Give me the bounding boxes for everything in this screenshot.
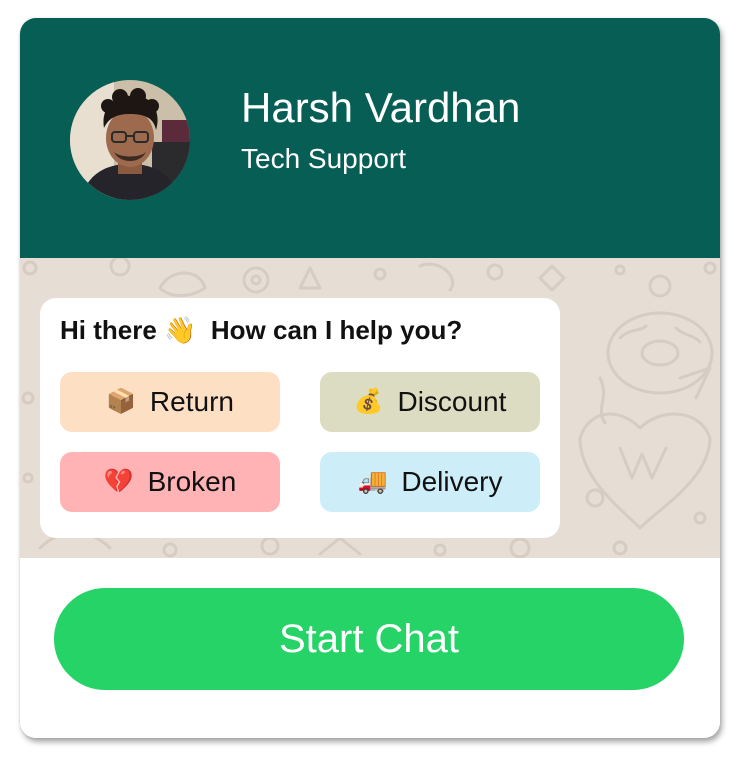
- option-label: Return: [149, 386, 234, 417]
- waving-hand-icon: 👋: [164, 315, 197, 345]
- greeting-question: How can I help you?: [210, 315, 463, 345]
- option-label: Delivery: [401, 466, 503, 497]
- broken-heart-icon: 💔: [103, 468, 134, 495]
- package-icon: 📦: [106, 388, 136, 415]
- money-bag-icon: 💰: [353, 388, 384, 415]
- option-label: Broken: [147, 466, 237, 497]
- greeting-message: Hi there 👋 How can I help you?: [60, 314, 462, 346]
- greeting-text: Hi there: [60, 315, 157, 345]
- option-return-button[interactable]: 📦 Return: [60, 372, 280, 432]
- start-chat-button[interactable]: Start Chat: [54, 588, 684, 690]
- agent-avatar: [70, 80, 190, 200]
- agent-role: Tech Support: [241, 143, 406, 174]
- person-avatar-icon: [70, 80, 190, 200]
- chat-area: Hi there 👋 How can I help you? 📦 Return …: [20, 258, 720, 558]
- option-delivery-button[interactable]: 🚚 Delivery: [320, 452, 540, 512]
- option-discount-button[interactable]: 💰 Discount: [320, 372, 540, 432]
- truck-icon: 🚚: [357, 468, 388, 495]
- option-label: Discount: [397, 386, 507, 417]
- widget-footer: Start Chat: [20, 558, 720, 738]
- option-broken-button[interactable]: 💔 Broken: [60, 452, 280, 512]
- chat-widget: Harsh Vardhan Tech Support Hi there 👋 Ho…: [20, 18, 720, 738]
- message-bubble: Hi there 👋 How can I help you? 📦 Return …: [40, 298, 560, 538]
- widget-header: Harsh Vardhan Tech Support: [20, 18, 720, 258]
- agent-name: Harsh Vardhan: [241, 84, 521, 131]
